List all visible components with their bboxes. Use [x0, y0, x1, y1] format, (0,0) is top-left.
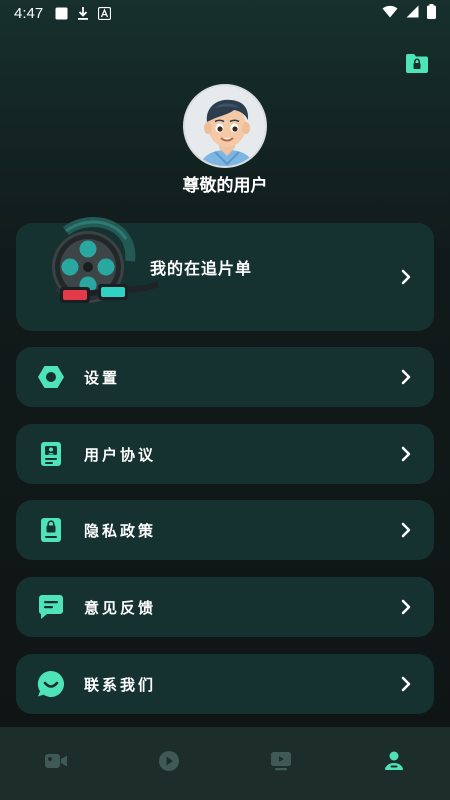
menu-item-privacy-policy[interactable]: 隐私政策: [16, 500, 434, 560]
menu-label-privacy-policy: 隐私政策: [84, 522, 157, 540]
notification-square-icon: [55, 7, 68, 20]
menu-item-user-agreement[interactable]: 用户协议: [16, 424, 434, 484]
avatar-illustration: [185, 86, 265, 166]
nav-tab-tv[interactable]: [225, 727, 338, 800]
contact-icon: [36, 669, 66, 699]
nav-tab-play[interactable]: [113, 727, 226, 800]
video-camera-icon: [45, 753, 68, 768]
menu-label-feedback: 意见反馈: [84, 599, 157, 617]
chevron-right-icon: [401, 599, 411, 615]
download-icon: [77, 6, 89, 20]
nav-tab-profile[interactable]: [338, 727, 450, 800]
battery-icon: [427, 3, 436, 23]
menu-label-settings: 设置: [84, 369, 121, 387]
username: 尊敬的用户: [182, 176, 268, 196]
settings-icon: [36, 362, 66, 392]
agreement-icon: [36, 439, 66, 469]
font-a-icon: [98, 6, 112, 20]
feedback-icon: [36, 592, 66, 622]
menu-item-settings[interactable]: 设置: [16, 347, 434, 407]
menu-label-user-agreement: 用户协议: [84, 446, 157, 464]
wifi-icon: [382, 5, 398, 22]
status-time: 4:47: [14, 4, 44, 22]
chevron-right-icon: [401, 269, 411, 285]
chevron-right-icon: [401, 522, 411, 538]
status-bar: 4:47: [0, 0, 450, 26]
profile-icon: [384, 751, 403, 770]
folder-lock-icon[interactable]: [405, 52, 429, 74]
menu-item-contact-us[interactable]: 联系我们: [16, 654, 434, 714]
watchlist-label: 我的在追片单: [150, 259, 253, 278]
chevron-right-icon: [401, 676, 411, 692]
chevron-right-icon: [401, 446, 411, 462]
chevron-right-icon: [401, 369, 411, 385]
menu-label-contact-us: 联系我们: [84, 676, 157, 694]
bottom-nav: [0, 727, 450, 800]
tv-play-icon: [271, 751, 292, 770]
watchlist-card[interactable]: 我的在追片单: [16, 216, 434, 331]
privacy-icon: [36, 515, 66, 545]
menu-item-feedback[interactable]: 意见反馈: [16, 577, 434, 637]
film-reel-3d-glasses-icon: [36, 213, 168, 323]
play-circle-icon: [158, 750, 179, 771]
nav-tab-video[interactable]: [0, 727, 113, 800]
signal-icon: [406, 5, 419, 22]
avatar[interactable]: [183, 84, 267, 168]
